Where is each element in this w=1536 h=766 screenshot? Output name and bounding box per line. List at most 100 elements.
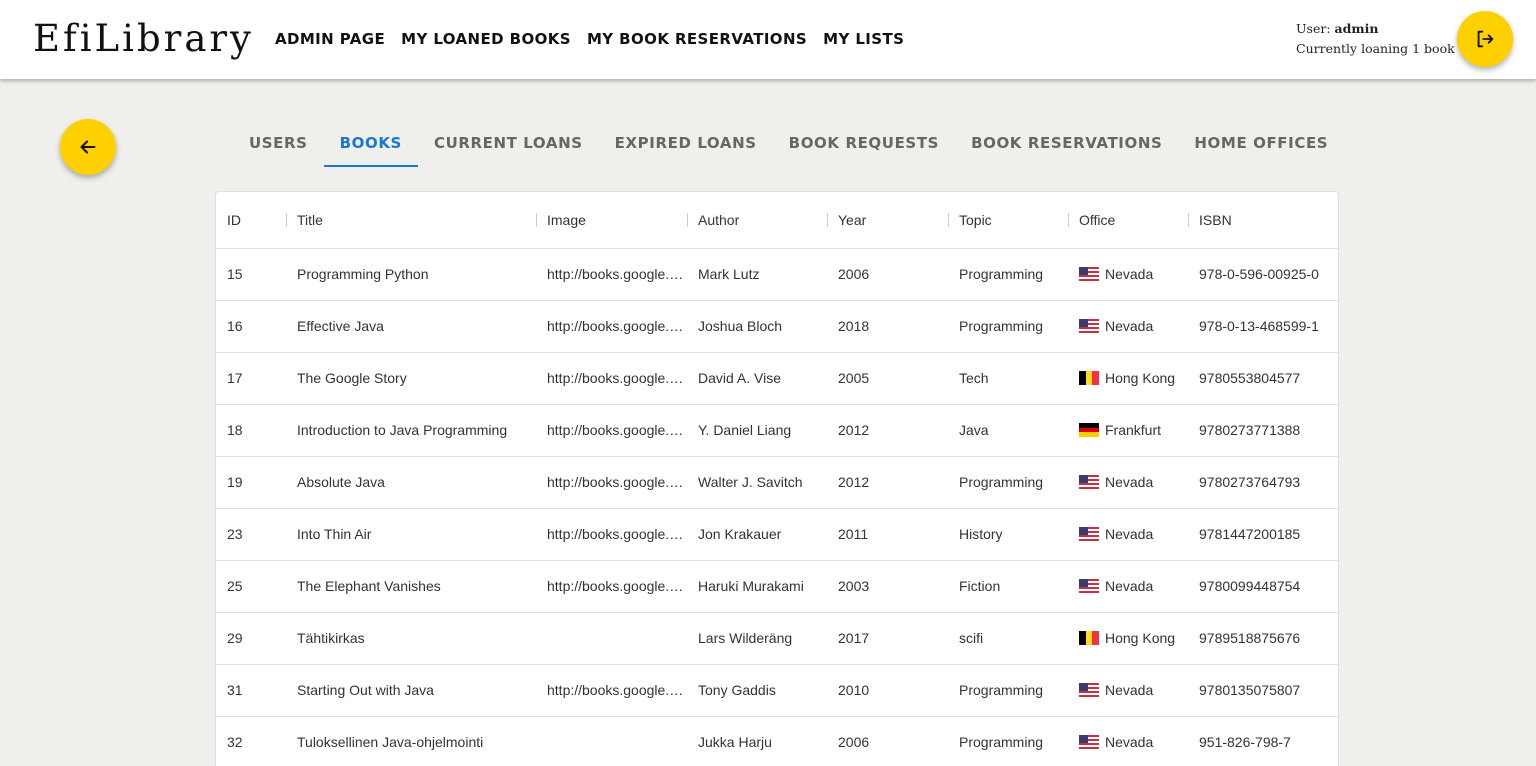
cell-image: http://books.google.com [536, 300, 687, 353]
cell-office: Nevada [1068, 300, 1188, 353]
office-name: Hong Kong [1105, 370, 1176, 386]
logout-icon [1477, 30, 1494, 48]
books-table-card: ID Title Image Author Year Topic Office … [215, 191, 1339, 766]
office-name: Nevada [1105, 682, 1154, 698]
cell-title: Tähtikirkas [286, 612, 536, 665]
nav-admin-page[interactable]: ADMIN PAGE [275, 29, 385, 49]
cell-title: Starting Out with Java [286, 664, 536, 717]
cell-office: Nevada [1068, 248, 1188, 301]
table-row[interactable]: 19 Absolute Java http://books.google.com Wa… [216, 456, 1338, 509]
tab-books[interactable]: BOOKS [323, 120, 419, 167]
admin-tabs: USERS BOOKS CURRENT LOANS EXPIRED LOANS … [233, 120, 1344, 167]
table-row[interactable]: 23 Into Thin Air http://books.google.com Jo… [216, 508, 1338, 561]
cell-year: 2012 [827, 404, 948, 457]
office-name: Nevada [1105, 318, 1154, 334]
cell-image [536, 612, 687, 665]
cell-title: Absolute Java [286, 456, 536, 509]
column-header-topic[interactable]: Topic [948, 192, 1068, 249]
cell-isbn: 9781447200185 [1188, 508, 1338, 561]
cell-id: 29 [216, 612, 286, 665]
table-row[interactable]: 15 Programming Python http://books.google.… [216, 248, 1338, 301]
cell-topic: scifi [948, 612, 1068, 665]
cell-topic: History [948, 508, 1068, 561]
loan-status: Currently loaning 1 book [1296, 41, 1455, 56]
cell-office: Hong Kong [1068, 612, 1188, 665]
cell-isbn: 951-826-798-7 [1188, 716, 1338, 766]
cell-year: 2003 [827, 560, 948, 613]
nav-my-book-reservations[interactable]: MY BOOK RESERVATIONS [587, 29, 807, 49]
cell-isbn: 978-0-596-00925-0 [1188, 248, 1338, 301]
table-row[interactable]: 31 Starting Out with Java http://books.goo… [216, 664, 1338, 717]
cell-year: 2010 [827, 664, 948, 717]
logout-button[interactable] [1457, 11, 1513, 67]
cell-year: 2012 [827, 456, 948, 509]
cell-year: 2017 [827, 612, 948, 665]
office-name: Nevada [1105, 526, 1154, 542]
be-flag-icon [1079, 631, 1099, 645]
us-flag-icon [1079, 735, 1099, 749]
cell-id: 32 [216, 716, 286, 766]
cell-id: 25 [216, 560, 286, 613]
cell-author: Walter J. Savitch [687, 456, 827, 509]
table-row[interactable]: 18 Introduction to Java Programming http:/… [216, 404, 1338, 457]
table-row[interactable]: 17 The Google Story http://books.google.co… [216, 352, 1338, 405]
cell-id: 23 [216, 508, 286, 561]
cell-image: http://books.google.com [536, 664, 687, 717]
office-name: Frankfurt [1105, 422, 1162, 438]
office-name: Nevada [1105, 734, 1154, 750]
cell-topic: Tech [948, 352, 1068, 405]
table-row[interactable]: 16 Effective Java http://books.google.com J… [216, 300, 1338, 353]
us-flag-icon [1079, 267, 1099, 281]
column-header-isbn[interactable]: ISBN [1188, 192, 1338, 249]
cell-year: 2006 [827, 248, 948, 301]
cell-id: 19 [216, 456, 286, 509]
cell-title: The Google Story [286, 352, 536, 405]
nav-my-lists[interactable]: MY LISTS [823, 29, 904, 49]
cell-author: Jukka Harju [687, 716, 827, 766]
cell-title: Introduction to Java Programming [286, 404, 536, 457]
cell-isbn: 9780273764793 [1188, 456, 1338, 509]
cell-title: Into Thin Air [286, 508, 536, 561]
app-logo[interactable]: EfiLibrary [33, 16, 254, 62]
cell-id: 16 [216, 300, 286, 353]
top-app-bar: EfiLibrary ADMIN PAGE MY LOANED BOOKS MY… [0, 0, 1536, 79]
column-header-office[interactable]: Office [1068, 192, 1188, 249]
cell-author: Joshua Bloch [687, 300, 827, 353]
column-header-year[interactable]: Year [827, 192, 948, 249]
tab-book-reservations[interactable]: BOOK RESERVATIONS [955, 120, 1178, 167]
cell-year: 2006 [827, 716, 948, 766]
us-flag-icon [1079, 527, 1099, 541]
table-row[interactable]: 32 Tuloksellinen Java-ohjelmointi Jukka Ha… [216, 716, 1338, 766]
cell-image [536, 716, 687, 766]
tab-current-loans[interactable]: CURRENT LOANS [418, 120, 599, 167]
cell-isbn: 978-0-13-468599-1 [1188, 300, 1338, 353]
cell-topic: Programming [948, 664, 1068, 717]
tab-users[interactable]: USERS [233, 120, 324, 167]
cell-author: Jon Krakauer [687, 508, 827, 561]
cell-id: 31 [216, 664, 286, 717]
column-header-id[interactable]: ID [216, 192, 286, 249]
column-header-author[interactable]: Author [687, 192, 827, 249]
tab-home-offices[interactable]: HOME OFFICES [1178, 120, 1344, 167]
table-row[interactable]: 29 Tähtikirkas Lars Wilderäng 2017 scifi Hong… [216, 612, 1338, 665]
cell-id: 15 [216, 248, 286, 301]
us-flag-icon [1079, 319, 1099, 333]
table-row[interactable]: 25 The Elephant Vanishes http://books.goog… [216, 560, 1338, 613]
cell-author: David A. Vise [687, 352, 827, 405]
nav-my-loaned-books[interactable]: MY LOANED BOOKS [401, 29, 571, 49]
cell-author: Tony Gaddis [687, 664, 827, 717]
back-button[interactable] [60, 119, 116, 175]
office-name: Nevada [1105, 578, 1154, 594]
cell-office: Nevada [1068, 664, 1188, 717]
column-header-title[interactable]: Title [286, 192, 536, 249]
tab-book-requests[interactable]: BOOK REQUESTS [773, 120, 955, 167]
arrow-left-icon [80, 140, 96, 154]
office-name: Nevada [1105, 474, 1154, 490]
column-header-image[interactable]: Image [536, 192, 687, 249]
cell-office: Nevada [1068, 560, 1188, 613]
cell-author: Mark Lutz [687, 248, 827, 301]
office-name: Nevada [1105, 266, 1154, 282]
tab-expired-loans[interactable]: EXPIRED LOANS [599, 120, 773, 167]
cell-id: 18 [216, 404, 286, 457]
cell-office: Nevada [1068, 508, 1188, 561]
